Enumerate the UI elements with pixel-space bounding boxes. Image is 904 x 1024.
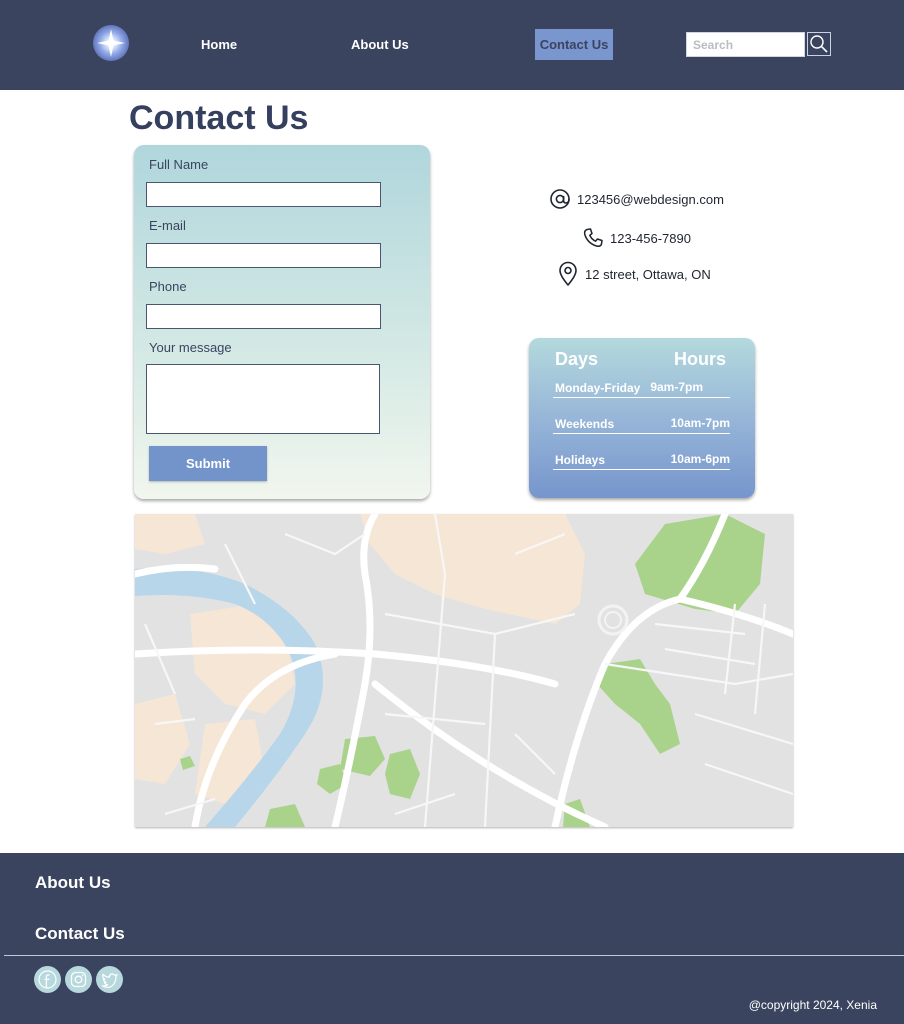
hours-row: Weekends 10am-7pm — [553, 416, 730, 434]
footer-contact-link[interactable]: Contact Us — [35, 924, 125, 944]
hours-time: 10am-7pm — [670, 416, 730, 430]
facebook-icon — [38, 970, 57, 989]
footer-about-link[interactable]: About Us — [35, 873, 111, 893]
hours-time: 9am-7pm — [650, 380, 703, 394]
message-label: Your message — [149, 340, 232, 355]
phone-icon — [583, 228, 603, 247]
nav-home-link[interactable]: Home — [201, 37, 237, 52]
at-sign-icon — [550, 189, 570, 209]
message-field[interactable] — [146, 364, 380, 434]
site-footer: About Us Contact Us @copyright 2024, Xen… — [0, 853, 904, 1024]
site-header: Home About Us Contact Us — [0, 0, 904, 90]
page-title: Contact Us — [129, 99, 309, 137]
twitter-link[interactable] — [96, 966, 123, 993]
contact-email: 123456@webdesign.com — [549, 188, 724, 210]
footer-divider — [4, 955, 904, 956]
instagram-link[interactable] — [65, 966, 92, 993]
full-name-label: Full Name — [149, 157, 209, 172]
logo-star-icon[interactable] — [93, 25, 129, 61]
instagram-icon — [70, 971, 87, 988]
search-icon — [810, 35, 828, 53]
facebook-link[interactable] — [34, 966, 61, 993]
hours-day: Monday-Friday — [555, 381, 641, 395]
nav-contact-link[interactable]: Contact Us — [535, 29, 613, 60]
contact-address: 12 street, Ottawa, ON — [557, 261, 711, 287]
location-pin-icon — [559, 261, 577, 286]
hours-day: Weekends — [555, 417, 615, 431]
phone-field[interactable] — [146, 304, 381, 329]
hours-row: Monday-Friday 9am-7pm — [553, 380, 730, 398]
nav-about-link[interactable]: About Us — [351, 37, 409, 52]
phone-label: Phone — [149, 279, 187, 294]
contact-phone-text[interactable]: 123-456-7890 — [610, 231, 691, 246]
contact-form: Full Name E-mail Phone Your message Subm… — [134, 145, 430, 499]
hours-day: Holidays — [555, 453, 606, 467]
twitter-icon — [101, 973, 118, 988]
contact-phone: 123-456-7890 — [582, 227, 691, 249]
email-field[interactable] — [146, 243, 381, 268]
email-label: E-mail — [149, 218, 186, 233]
hours-row: Holidays 10am-6pm — [553, 452, 730, 470]
contact-address-text: 12 street, Ottawa, ON — [585, 266, 711, 282]
copyright-text: @copyright 2024, Xenia — [748, 998, 877, 1012]
hours-days-header: Days — [555, 349, 599, 369]
contact-email-text[interactable]: 123456@webdesign.com — [577, 192, 724, 207]
opening-hours-card: Days Hours Monday-Friday 9am-7pm Weekend… — [529, 338, 755, 498]
full-name-field[interactable] — [146, 182, 381, 207]
map-image — [135, 514, 793, 827]
search-button[interactable] — [807, 32, 831, 56]
submit-button[interactable]: Submit — [149, 446, 267, 481]
hours-time: 10am-6pm — [670, 452, 730, 466]
search-input[interactable] — [686, 32, 805, 57]
location-map[interactable] — [135, 514, 793, 827]
hours-hours-header: Hours — [674, 349, 727, 369]
